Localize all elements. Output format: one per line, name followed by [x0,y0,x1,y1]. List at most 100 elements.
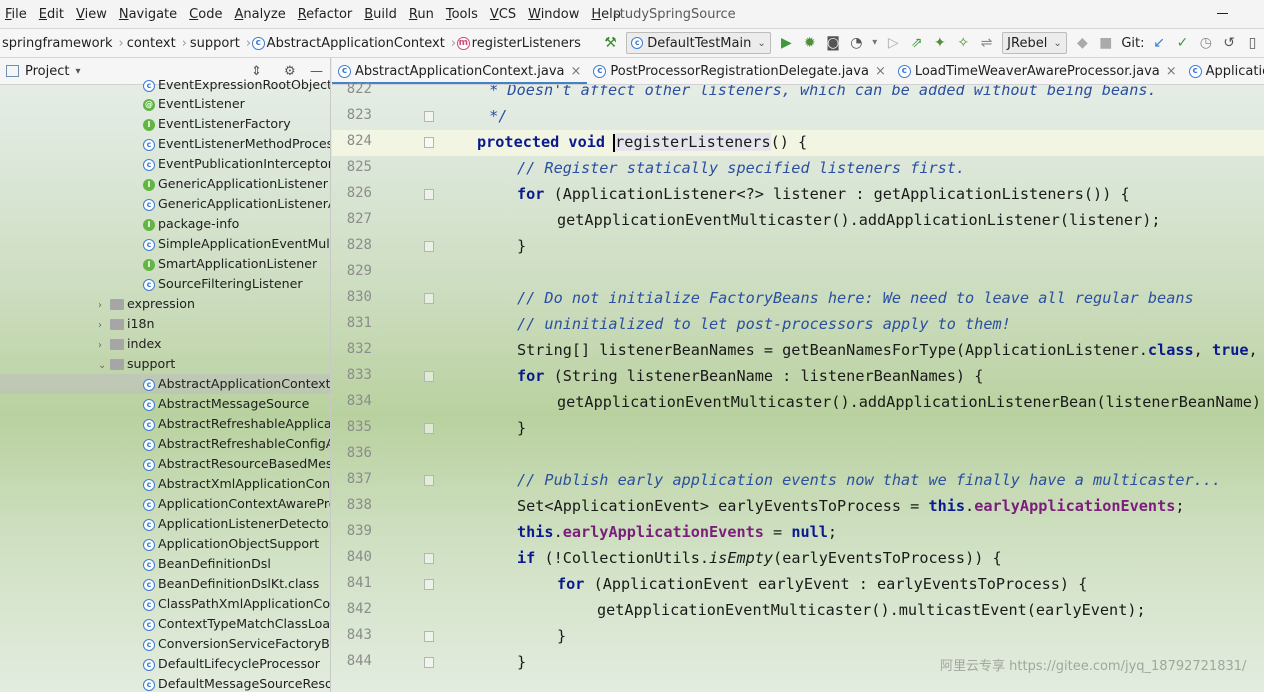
tab-post-processor-registration-delegate[interactable]: c PostProcessorRegistrationDelegate.java… [587,58,891,84]
tree-item[interactable]: Ipackage-info [143,214,239,234]
git-commit-icon[interactable]: ✓ [1172,32,1193,54]
tree-item[interactable]: I SmartApplicationListener [143,254,317,274]
tab-application-listener-detector[interactable]: c ApplicationListenerDetector.java [1183,58,1264,84]
tree-folder-i18n[interactable]: › i18n [98,314,155,334]
fold-marker[interactable] [424,579,434,590]
editor-tabs: c AbstractApplicationContext.java × c Po… [332,58,1264,85]
tree-item[interactable]: cApplicationContextAwareProcessor [143,494,330,514]
tree-item[interactable]: I GenericApplicationListener [143,174,328,194]
code-line-830: // Do not initialize FactoryBeans here: … [517,289,1194,307]
tree-item[interactable]: c DefaultLifecycleProcessor [143,654,320,674]
jrebel-panel-icon[interactable]: ⇌ [976,32,997,54]
git-history-icon[interactable]: ◷ [1195,32,1216,54]
tree-item[interactable]: c BeanDefinitionDslKt.class [143,574,319,594]
overflow-icon[interactable]: ▯ [1242,32,1263,54]
code-line-833: for (String listenerBeanName : listenerB… [517,367,984,385]
fold-marker[interactable] [424,657,434,668]
tree-item[interactable]: cConversionServiceFactoryBean [143,634,330,654]
fold-marker[interactable] [424,631,434,642]
menu-edit[interactable]: Edit [33,0,70,29]
tree-item[interactable]: c BeanDefinitionDsl [143,554,271,574]
fold-marker[interactable] [424,111,434,122]
chevron-down-icon[interactable]: ⌄ [98,356,110,374]
tree-item[interactable]: I EventListenerFactory [143,114,291,134]
close-icon[interactable]: × [875,64,886,79]
fold-marker[interactable] [424,137,434,148]
menu-run[interactable]: Run [403,0,440,29]
resume-icon[interactable]: ▷ [883,32,904,54]
breadcrumb-support[interactable]: support [188,36,245,51]
tree-item[interactable]: c AbstractMessageSource [143,394,309,414]
fold-marker[interactable] [424,293,434,304]
run-config-select[interactable]: c DefaultTestMain ⌄ [626,32,771,54]
close-icon[interactable]: × [1166,64,1177,79]
close-icon[interactable]: × [571,64,582,79]
menu-code[interactable]: Code [183,0,228,29]
line-number: 825 [346,159,372,175]
window-minimize-button[interactable] [1217,13,1228,14]
run-icon[interactable]: ▶ [776,32,797,54]
menu-view[interactable]: View [70,0,113,29]
fold-marker[interactable] [424,189,434,200]
git-revert-icon[interactable]: ↺ [1218,32,1239,54]
git-update-icon[interactable]: ↙ [1149,32,1170,54]
tree-item[interactable]: cDefaultMessageSourceResolvable [143,674,330,692]
project-panel-title[interactable]: Project [25,64,69,79]
fold-marker[interactable] [424,553,434,564]
chevron-down-icon[interactable]: ▾ [869,32,881,54]
menu-analyze[interactable]: Analyze [228,0,291,29]
menu-refactor[interactable]: Refactor [292,0,359,29]
fold-marker[interactable] [424,475,434,486]
breadcrumb-method[interactable]: registerListeners [470,36,586,51]
fold-marker[interactable] [424,371,434,382]
jrebel-run-icon[interactable]: ✦ [929,32,950,54]
breadcrumb-context[interactable]: context [125,36,181,51]
chevron-right-icon[interactable]: › [98,316,110,334]
tab-load-time-weaver-aware-processor[interactable]: c LoadTimeWeaverAwareProcessor.java × [892,58,1183,84]
tree-item[interactable]: @ EventListener [143,94,245,114]
stop-square-icon[interactable]: ■ [1095,32,1116,54]
tree-item[interactable]: cAbstractRefreshableApplicationContext [143,414,330,434]
breadcrumb-springframework[interactable]: springframework [0,36,117,51]
tree-item[interactable]: c ApplicationObjectSupport [143,534,319,554]
tree-item[interactable]: cSimpleApplicationEventMulticaster [143,234,330,254]
kotlin-class-icon: c [143,558,155,571]
fold-marker[interactable] [424,241,434,252]
chevron-down-icon[interactable]: ▾ [75,66,80,77]
tree-item[interactable]: cAbstractXmlApplicationContext [143,474,330,494]
tree-item[interactable]: c EventExpressionRootObject [143,75,330,95]
tree-item[interactable]: c ApplicationListenerDetector [143,514,330,534]
tree-item[interactable]: cGenericApplicationListenerAdapter [143,194,330,214]
stop-icon[interactable]: ◆ [1072,32,1093,54]
tree-folder-index[interactable]: › index [98,334,161,354]
menu-tools[interactable]: Tools [440,0,484,29]
menu-navigate[interactable]: Navigate [113,0,183,29]
profile-icon[interactable]: ◔ [846,32,867,54]
tree-folder-support[interactable]: ⌄ support [98,354,175,374]
code-editor[interactable]: * Doesn't affect other listeners, which … [440,85,1264,692]
tree-item[interactable]: cEventListenerMethodProcessor [143,134,330,154]
chevron-right-icon[interactable]: › [98,336,110,354]
menu-build[interactable]: Build [358,0,403,29]
tree-item[interactable]: c EventPublicationInterceptor [143,154,330,174]
menu-window[interactable]: Window [522,0,585,29]
tree-item[interactable]: cAbstractResourceBasedMessageSource [143,454,330,474]
jrebel-debug-icon[interactable]: ✧ [953,32,974,54]
menu-vcs[interactable]: VCS [484,0,522,29]
update-icon[interactable]: ⇗ [906,32,927,54]
breadcrumb-class[interactable]: AbstractApplicationContext [265,36,450,51]
coverage-icon[interactable]: ◙ [822,32,843,54]
fold-marker[interactable] [424,423,434,434]
chevron-right-icon[interactable]: › [98,296,110,314]
debug-icon[interactable]: ✹ [799,32,820,54]
jrebel-select[interactable]: JRebel ⌄ [1002,32,1067,54]
tree-item[interactable]: cAbstractRefreshableConfigApplicationCon… [143,434,330,454]
tree-item-selected[interactable]: c AbstractApplicationContext [0,374,330,394]
hammer-icon[interactable]: ⚒ [600,32,621,54]
code-line-827: getApplicationEventMulticaster().addAppl… [557,211,1161,229]
tree-item[interactable]: cContextTypeMatchClassLoader [143,614,330,634]
tree-item[interactable]: cClassPathXmlApplicationContext [143,594,330,614]
menu-file[interactable]: File [0,0,33,29]
tree-item[interactable]: c SourceFilteringListener [143,274,303,294]
tree-folder-expression[interactable]: › expression [98,294,195,314]
